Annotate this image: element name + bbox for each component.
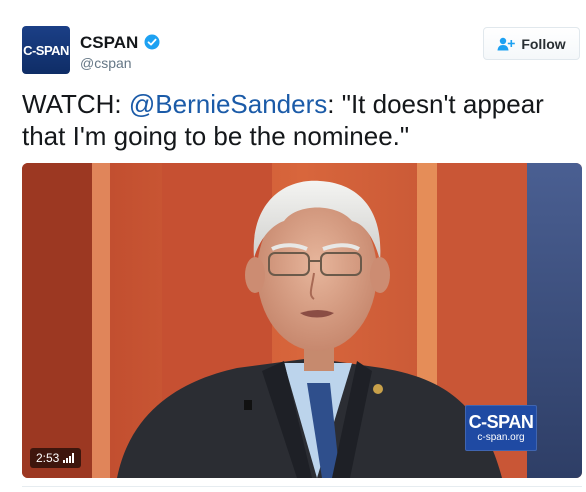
watermark-logo: C-SPAN xyxy=(468,412,534,432)
follow-label: Follow xyxy=(521,35,566,52)
video-duration: 2:53 xyxy=(36,451,60,465)
video-duration-badge: 2:53 xyxy=(30,448,82,468)
video-player[interactable]: C-SPAN c-span.org 2:53 xyxy=(22,163,582,478)
follow-button[interactable]: Follow xyxy=(483,27,580,60)
avatar-logo-text: C-SPAN xyxy=(23,42,69,58)
mention-link[interactable]: @BernieSanders xyxy=(129,89,327,119)
account-name[interactable]: CSPAN xyxy=(80,33,138,53)
account-handle[interactable]: @cspan xyxy=(80,55,132,71)
cspan-watermark: C-SPAN c-span.org xyxy=(465,405,537,451)
avatar[interactable]: C-SPAN xyxy=(22,26,70,74)
divider xyxy=(22,486,582,487)
add-user-icon xyxy=(497,37,516,50)
volume-bars-icon xyxy=(63,453,75,463)
verified-badge-icon xyxy=(144,34,160,50)
tweet-prefix: WATCH: xyxy=(22,89,129,119)
tweet-text: WATCH: @BernieSanders: "It doesn't appea… xyxy=(22,88,582,152)
watermark-url: c-span.org xyxy=(477,432,525,443)
